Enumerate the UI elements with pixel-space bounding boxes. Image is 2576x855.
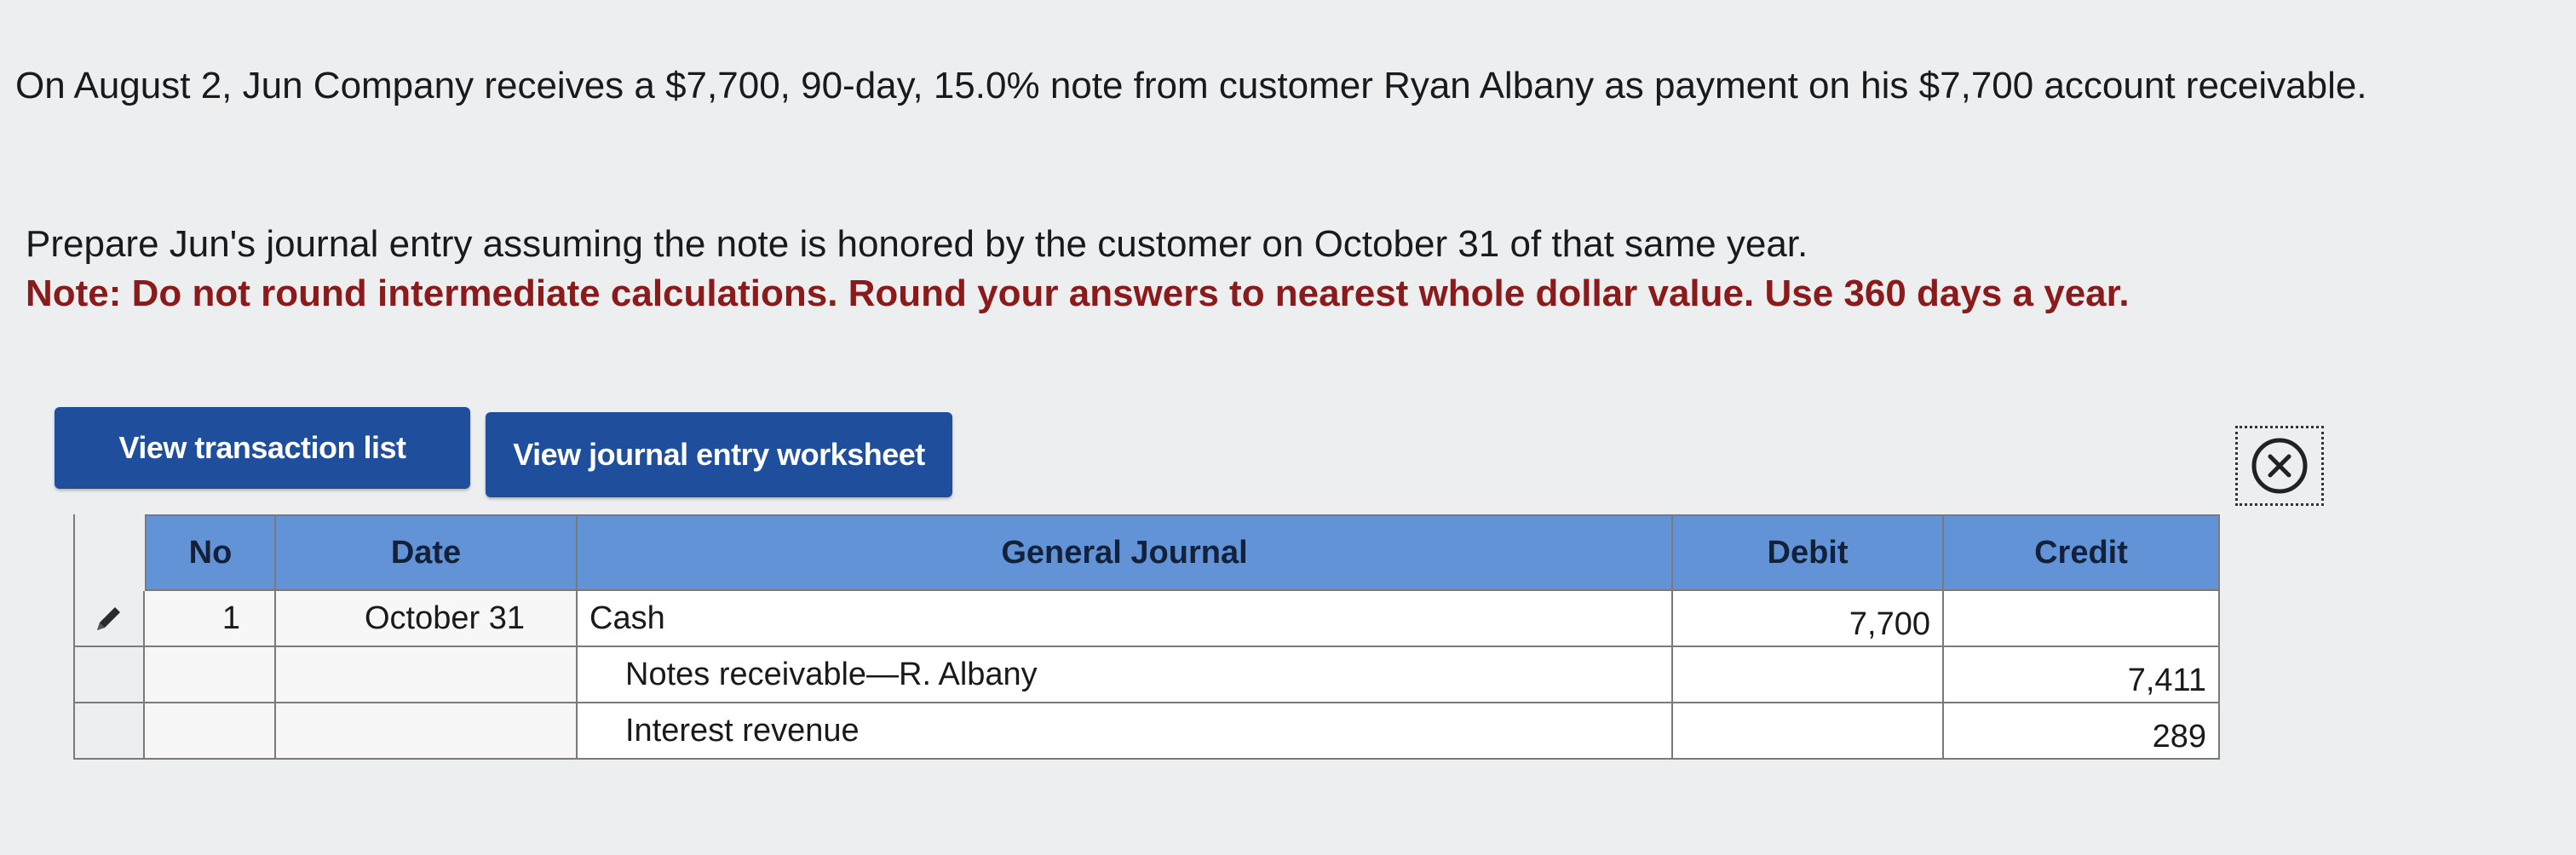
row-credit[interactable] [1944, 591, 2220, 647]
row-date [276, 647, 578, 703]
close-button[interactable] [2235, 426, 2324, 506]
row-date: October 31 [276, 591, 578, 647]
view-transaction-list-button[interactable]: View transaction list [55, 407, 470, 489]
row-credit[interactable]: 289 [1944, 703, 2220, 760]
row-debit[interactable] [1673, 647, 1944, 703]
general-journal-table: No Date General Journal Debit Credit 1 O… [73, 514, 2220, 760]
row-credit[interactable]: 7,411 [1944, 647, 2220, 703]
row-edit-spacer [73, 703, 145, 760]
row-account[interactable]: Interest revenue [578, 703, 1673, 760]
header-date: Date [276, 514, 578, 591]
table-header-row: No Date General Journal Debit Credit [73, 514, 2220, 591]
row-no: 1 [145, 591, 276, 647]
row-edit-spacer [73, 647, 145, 703]
instruction-text: Prepare Jun's journal entry assuming the… [26, 223, 1808, 265]
row-account[interactable]: Notes receivable—R. Albany [578, 647, 1673, 703]
row-date [276, 703, 578, 760]
row-no [145, 703, 276, 760]
header-general-journal: General Journal [578, 514, 1673, 591]
row-debit[interactable] [1673, 703, 1944, 760]
row-account[interactable]: Cash [578, 591, 1673, 647]
table-row: Interest revenue 289 [73, 703, 2220, 760]
row-no [145, 647, 276, 703]
edit-entry-button[interactable] [73, 591, 145, 647]
header-spacer [73, 514, 145, 591]
header-credit: Credit [1944, 514, 2220, 591]
header-no: No [145, 514, 276, 591]
close-circle-icon [2251, 438, 2308, 494]
pencil-icon [97, 607, 120, 630]
table-row: Notes receivable—R. Albany 7,411 [73, 647, 2220, 703]
header-debit: Debit [1673, 514, 1944, 591]
instruction-block: Prepare Jun's journal entry assuming the… [26, 220, 2496, 318]
table-row: 1 October 31 Cash 7,700 [73, 591, 2220, 647]
question-text: On August 2, Jun Company receives a $7,7… [15, 65, 2367, 106]
view-journal-entry-worksheet-button[interactable]: View journal entry worksheet [486, 412, 952, 497]
row-debit[interactable]: 7,700 [1673, 591, 1944, 647]
instruction-note: Note: Do not round intermediate calculat… [26, 273, 2130, 314]
